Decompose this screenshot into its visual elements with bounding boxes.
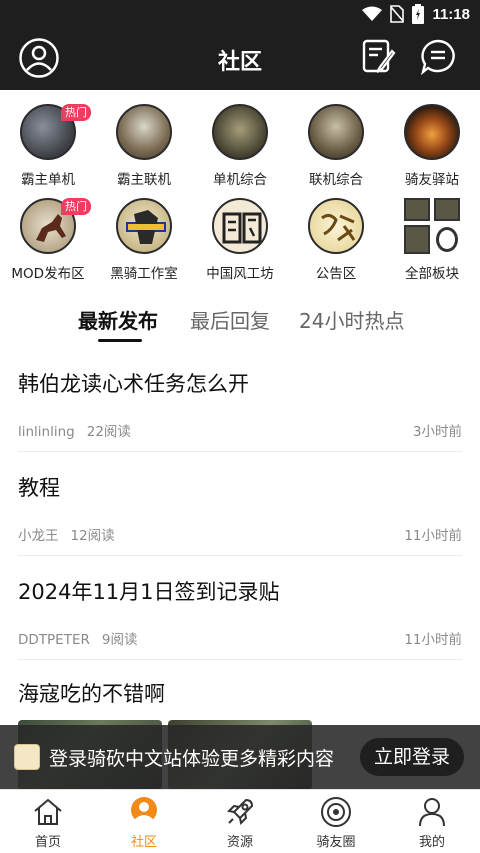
category-image [212, 104, 268, 160]
post-item[interactable]: 韩伯龙读心术任务怎么开 linlinling 22阅读 3小时前 [18, 368, 462, 452]
nav-rider-circle[interactable]: 骑友圈 [288, 796, 384, 850]
category-label: 霸主联机 [117, 172, 171, 188]
login-banner: 登录骑砍中文站体验更多精彩内容 立即登录 [0, 725, 480, 789]
message-icon[interactable] [420, 39, 456, 75]
app-bar: 社区 [0, 28, 480, 90]
category-bazhu-online[interactable]: 霸主联机 [96, 104, 192, 188]
bottom-nav: 首页 社区 资源 骑友圈 我的 [0, 789, 480, 853]
category-image [308, 198, 364, 254]
category-mod-release[interactable]: 热门 MOD发布区 [0, 198, 96, 282]
status-icons: 11:18 [362, 4, 470, 24]
category-label: 骑友驿站 [405, 172, 459, 188]
community-icon [131, 797, 157, 823]
all-boards-icon [404, 198, 460, 254]
post-time: 11小时前 [404, 528, 462, 544]
tab-last-reply[interactable]: 最后回复 [190, 305, 270, 334]
compose-post-icon[interactable] [362, 39, 396, 75]
home-icon [34, 798, 62, 825]
circle-eye-icon [321, 797, 351, 827]
nav-resources[interactable]: 资源 [192, 796, 288, 850]
post-reads: 9阅读 [101, 632, 138, 648]
category-image [116, 198, 172, 254]
tab-indicator [98, 339, 142, 342]
post-meta: DDTPETER 9阅读 11小时前 [18, 628, 462, 648]
post-title: 2024年11月1日签到记录贴 [18, 580, 280, 604]
user-icon [419, 798, 445, 827]
login-button[interactable]: 立即登录 [360, 738, 464, 776]
site-logo-icon [14, 744, 40, 770]
post-reads: 12阅读 [70, 528, 115, 544]
nav-me[interactable]: 我的 [384, 796, 480, 850]
post-time: 3小时前 [412, 424, 462, 440]
post-meta: 小龙王 12阅读 11小时前 [18, 524, 462, 544]
login-prompt-text: 登录骑砍中文站体验更多精彩内容 [49, 748, 335, 770]
tab-latest[interactable]: 最新发布 [78, 305, 158, 334]
nav-label: 骑友圈 [316, 835, 356, 850]
category-single-general[interactable]: 单机综合 [192, 104, 288, 188]
post-item[interactable]: 2024年11月1日签到记录贴 DDTPETER 9阅读 11小时前 [18, 576, 462, 660]
category-label: 黑骑工作室 [110, 266, 178, 282]
post-item[interactable]: 海寇吃的不错啊 [18, 678, 462, 708]
status-time: 11:18 [432, 5, 470, 23]
status-bar: 11:18 [0, 0, 480, 28]
nav-label: 我的 [418, 835, 445, 850]
category-label: 公告区 [315, 266, 357, 282]
post-reads: 22阅读 [86, 424, 131, 440]
category-online-general[interactable]: 联机综合 [288, 104, 384, 188]
post-author: linlinling [18, 424, 75, 440]
post-title: 韩伯龙读心术任务怎么开 [18, 372, 249, 396]
seal-icon [222, 212, 262, 244]
calligraphy-icon [321, 213, 356, 242]
category-black-knight-studio[interactable]: 黑骑工作室 [96, 198, 192, 282]
category-chinese-style-workshop[interactable]: 中国风工坊 [192, 198, 288, 282]
category-bazhu-single[interactable]: 热门 霸主单机 [0, 104, 96, 188]
category-rider-station[interactable]: 骑友驿站 [384, 104, 480, 188]
rocket-icon [226, 798, 254, 826]
category-all-boards[interactable]: 全部板块 [384, 198, 480, 282]
hot-badge: 热门 [61, 104, 91, 121]
category-label: 全部板块 [405, 266, 459, 282]
post-meta: linlinling 22阅读 3小时前 [18, 420, 462, 440]
category-announcements[interactable]: 公告区 [288, 198, 384, 282]
category-image [404, 104, 460, 160]
page-title: 社区 [217, 50, 262, 75]
category-label: MOD发布区 [11, 266, 85, 282]
nav-home[interactable]: 首页 [0, 796, 96, 850]
post-title: 海寇吃的不错啊 [18, 682, 165, 706]
hot-badge: 热门 [61, 198, 91, 215]
tab-24h-hot[interactable]: 24小时热点 [299, 305, 404, 334]
post-title: 教程 [18, 476, 60, 500]
no-sim-icon [390, 5, 405, 23]
post-item[interactable]: 教程 小龙王 12阅读 11小时前 [18, 472, 462, 556]
post-author: 小龙王 [18, 528, 59, 544]
battery-icon [412, 4, 425, 24]
nav-label: 首页 [34, 835, 61, 850]
category-label: 单机综合 [213, 172, 267, 188]
nav-label: 社区 [130, 835, 157, 850]
black-knight-icon [126, 210, 166, 244]
nav-label: 资源 [226, 835, 253, 850]
category-image [308, 104, 364, 160]
category-image [116, 104, 172, 160]
post-tabs: 最新发布 最后回复 24小时热点 [0, 305, 480, 345]
category-image [212, 198, 268, 254]
category-label: 霸主单机 [21, 172, 75, 188]
post-time: 11小时前 [404, 632, 462, 648]
nav-community[interactable]: 社区 [96, 796, 192, 850]
category-label: 联机综合 [309, 172, 363, 188]
wifi-icon [362, 6, 383, 21]
post-author: DDTPETER [18, 632, 90, 648]
category-label: 中国风工坊 [206, 266, 274, 282]
